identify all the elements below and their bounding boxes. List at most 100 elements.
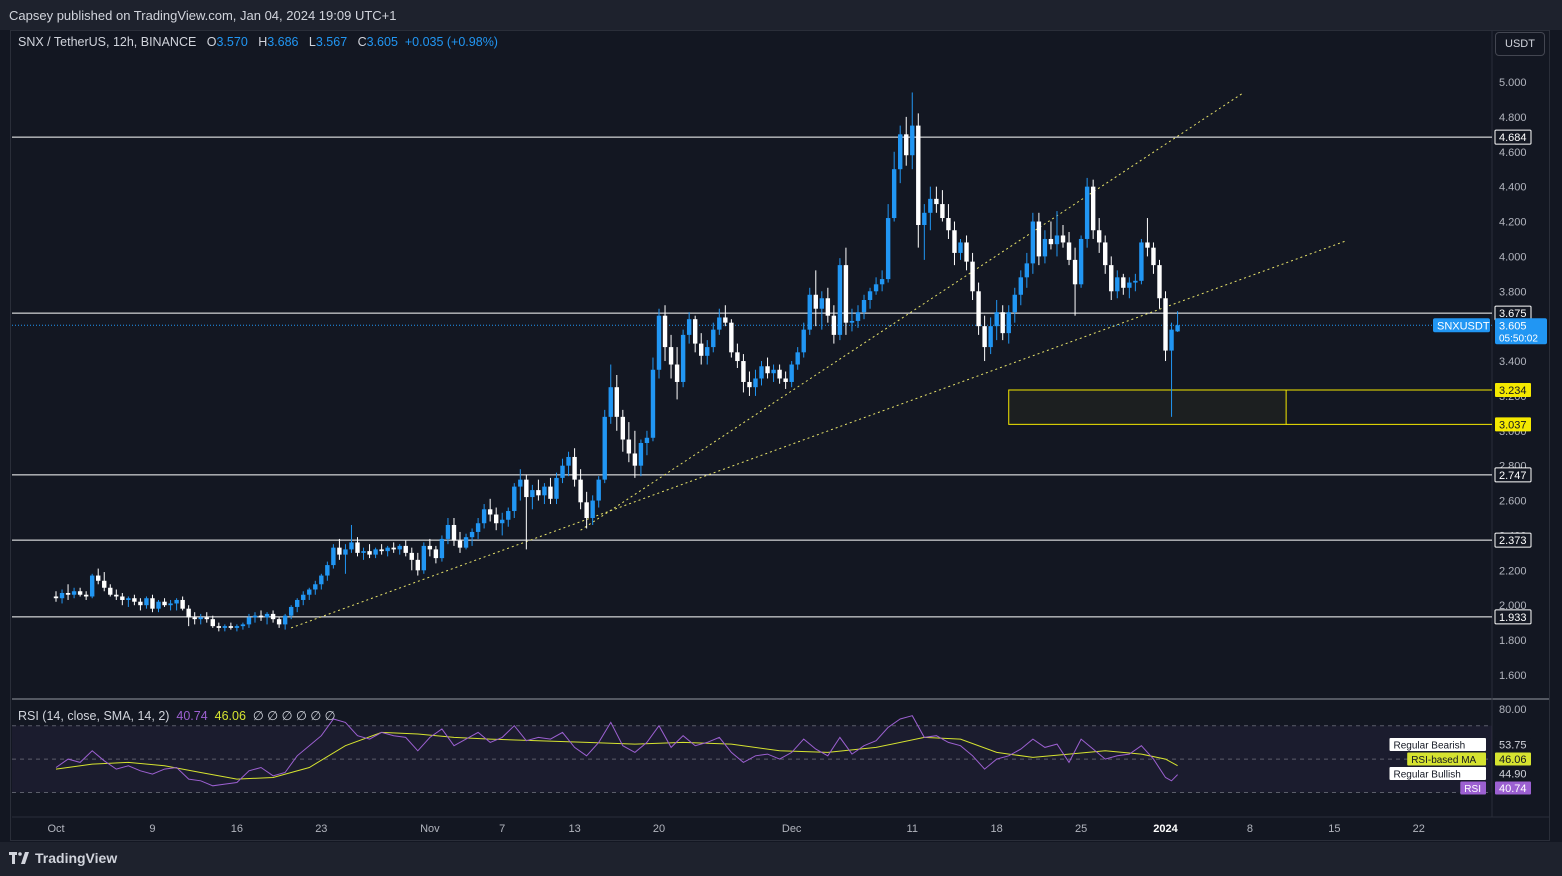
candle [481, 504, 487, 529]
candle [976, 282, 981, 335]
candle [819, 291, 825, 330]
price-tick-label: 4.600 [1499, 147, 1527, 159]
candle [1000, 305, 1005, 341]
candle-body [879, 279, 885, 285]
candle-body [554, 477, 559, 499]
candle [867, 287, 873, 309]
candle [415, 552, 420, 576]
candle [138, 598, 143, 611]
candle-body [228, 626, 234, 628]
time-tick-label: 16 [231, 823, 243, 835]
candle-body [65, 592, 71, 595]
candle [1030, 212, 1036, 274]
candle-body [421, 545, 427, 571]
candle-body [445, 524, 451, 539]
candle-body [373, 549, 378, 555]
candle [1036, 212, 1042, 266]
rsi-title[interactable]: RSI (14, close, SMA, 14, 2) [18, 709, 169, 723]
time-tick-label: 18 [991, 823, 1003, 835]
candle-body [367, 551, 372, 555]
candle [1127, 277, 1132, 299]
candle [295, 598, 300, 613]
candle-body [777, 369, 782, 379]
symbol-label[interactable]: SNX / TetherUS, 12h, BINANCE [18, 35, 196, 49]
candle [361, 547, 366, 560]
candle-body [433, 549, 439, 559]
candle [264, 612, 270, 625]
candle-body [1060, 235, 1066, 243]
candle [849, 308, 855, 332]
candle-body [680, 334, 686, 382]
price-tick-label: 4.800 [1499, 112, 1527, 124]
candle-body [252, 615, 258, 618]
rsi-badge-value: 40.74 [1499, 783, 1527, 795]
trendline[interactable] [290, 240, 1347, 629]
candle [1151, 242, 1156, 274]
candle [825, 287, 831, 323]
candle [1018, 270, 1023, 306]
candle [723, 305, 728, 327]
rsi-badge-label: Regular Bullish [1394, 770, 1461, 781]
candle [548, 477, 553, 505]
candle [144, 596, 149, 609]
candle [662, 305, 668, 362]
candle [403, 540, 408, 557]
candle [349, 524, 354, 553]
time-tick-label: 13 [568, 823, 580, 835]
currency-button[interactable]: USDT [1495, 32, 1545, 56]
candle-body [885, 218, 891, 280]
candle-body [1090, 186, 1096, 231]
candle-body [596, 479, 601, 501]
candle-body [439, 538, 445, 559]
candle [246, 613, 252, 628]
candle-body [83, 594, 89, 597]
candle [162, 598, 167, 607]
candle-body [240, 624, 246, 627]
candle-body [536, 490, 541, 496]
candle [457, 531, 463, 553]
horizontal-levels-layer [12, 136, 1492, 618]
time-tick-label: 2024 [1153, 823, 1178, 835]
candle-body [120, 596, 125, 600]
candle-body [301, 594, 306, 600]
candle [102, 572, 107, 592]
candle [777, 364, 782, 384]
candle [608, 364, 613, 424]
tradingview-logo[interactable]: TradingView [9, 850, 117, 866]
candle-body [518, 479, 523, 487]
candle-body [59, 592, 65, 599]
price-tick-label: 3.400 [1499, 356, 1527, 368]
candle [879, 270, 885, 292]
candle-body [849, 320, 855, 323]
candle [192, 612, 197, 625]
candle-body [928, 198, 933, 213]
candle [680, 329, 686, 388]
candle-body [174, 599, 179, 604]
candle [771, 364, 776, 382]
candle [210, 615, 215, 628]
candle-body [1042, 238, 1048, 257]
candle [940, 190, 945, 222]
candle-body [807, 294, 812, 330]
candle [276, 617, 282, 628]
candle-body [1139, 242, 1144, 281]
candle [1060, 225, 1066, 248]
price-tick-label: 3.800 [1499, 286, 1527, 298]
ohlc-legend: SNX / TetherUS, 12h, BINANCE O3.570 H3.6… [18, 35, 498, 49]
price-chart[interactable]: 1.6001.8002.0002.2002.4002.6002.8003.000… [0, 0, 1562, 876]
candle [132, 594, 137, 606]
candle [385, 545, 390, 557]
candle [705, 340, 710, 365]
candle-body [873, 284, 879, 292]
candle-body [114, 594, 119, 597]
candle [861, 294, 867, 320]
candle [1109, 256, 1114, 300]
candle-body [288, 606, 294, 616]
candle-body [789, 364, 794, 382]
candle [783, 371, 788, 389]
candle-body [96, 575, 101, 581]
candle-body [246, 617, 252, 625]
support-zone-box[interactable] [1008, 389, 1287, 425]
candle-body [982, 326, 987, 348]
candle [554, 472, 559, 505]
